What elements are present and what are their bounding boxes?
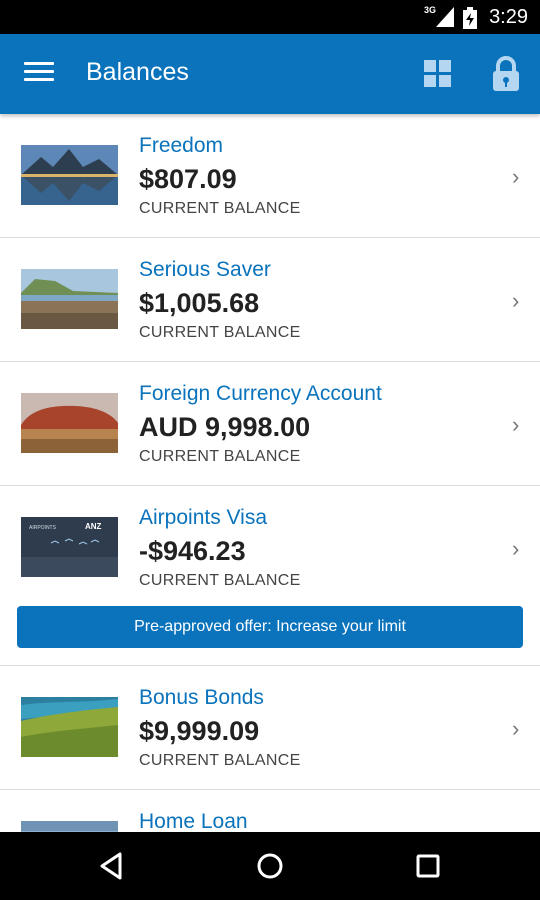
mountain-lake-image <box>21 145 118 205</box>
app-bar: Balances <box>0 34 540 114</box>
account-balance: $9,999.09 <box>139 716 260 746</box>
clock: 3:29 <box>489 6 528 28</box>
account-row-serious-saver[interactable]: Serious Saver $1,005.68 CURRENT BALANCE … <box>0 238 540 362</box>
account-balance: AUD 9,998.00 <box>139 412 311 442</box>
balance-label: CURRENT BALANCE <box>139 448 301 465</box>
account-balance: $1,005.68 <box>139 288 260 318</box>
status-bar: 3G 3:29 <box>0 0 540 34</box>
balance-label: CURRENT BALANCE <box>139 752 301 769</box>
airpoints-card-image: AIRPOINTS ANZ <box>21 517 118 577</box>
account-row-home-loan[interactable]: Home Loan <box>0 790 540 832</box>
account-name: Freedom <box>139 134 224 157</box>
lock-icon[interactable] <box>490 56 522 92</box>
page-title: Balances <box>86 58 189 86</box>
accounts-list: Freedom $807.09 CURRENT BALANCE › Seriou… <box>0 114 540 832</box>
chevron-right-icon: › <box>512 536 520 561</box>
card-brand-text: AIRPOINTS <box>29 525 57 531</box>
balance-label: CURRENT BALANCE <box>139 324 301 341</box>
battery-charging-icon <box>463 7 477 29</box>
chevron-right-icon: › <box>512 164 520 189</box>
recents-icon[interactable] <box>412 850 444 882</box>
account-balance: -$946.23 <box>139 536 246 566</box>
home-icon[interactable] <box>254 850 286 882</box>
back-icon[interactable] <box>96 850 128 882</box>
network-type: 3G <box>423 5 436 15</box>
grid-view-icon[interactable] <box>424 60 452 88</box>
coastal-beach-image <box>21 269 118 329</box>
account-name: Home Loan <box>139 810 248 832</box>
account-row-foreign-currency[interactable]: Foreign Currency Account AUD 9,998.00 CU… <box>0 362 540 486</box>
account-balance: $807.09 <box>139 164 237 194</box>
anz-logo-text: ANZ <box>85 522 102 531</box>
uluru-rock-image <box>21 393 118 453</box>
chevron-right-icon: › <box>512 412 520 437</box>
account-name: Bonus Bonds <box>139 686 264 709</box>
balance-label: CURRENT BALANCE <box>139 572 301 589</box>
increase-limit-offer-button[interactable]: Pre-approved offer: Increase your limit <box>17 606 523 648</box>
signal-icon <box>436 7 454 27</box>
account-row-bonus-bonds[interactable]: Bonus Bonds $9,999.09 CURRENT BALANCE › <box>0 666 540 790</box>
chevron-right-icon: › <box>512 716 520 741</box>
system-nav-bar <box>0 832 540 900</box>
menu-icon[interactable] <box>24 62 54 86</box>
chevron-right-icon: › <box>512 288 520 313</box>
balance-label: CURRENT BALANCE <box>139 200 301 217</box>
sky-horizon-image <box>21 821 118 832</box>
account-name: Foreign Currency Account <box>139 382 382 405</box>
green-hills-image <box>21 697 118 757</box>
account-row-airpoints-visa[interactable]: AIRPOINTS ANZ Airpoints Visa -$946.23 CU… <box>0 486 540 666</box>
account-name: Serious Saver <box>139 258 271 281</box>
account-row-freedom[interactable]: Freedom $807.09 CURRENT BALANCE › <box>0 114 540 238</box>
account-name: Airpoints Visa <box>139 506 268 529</box>
